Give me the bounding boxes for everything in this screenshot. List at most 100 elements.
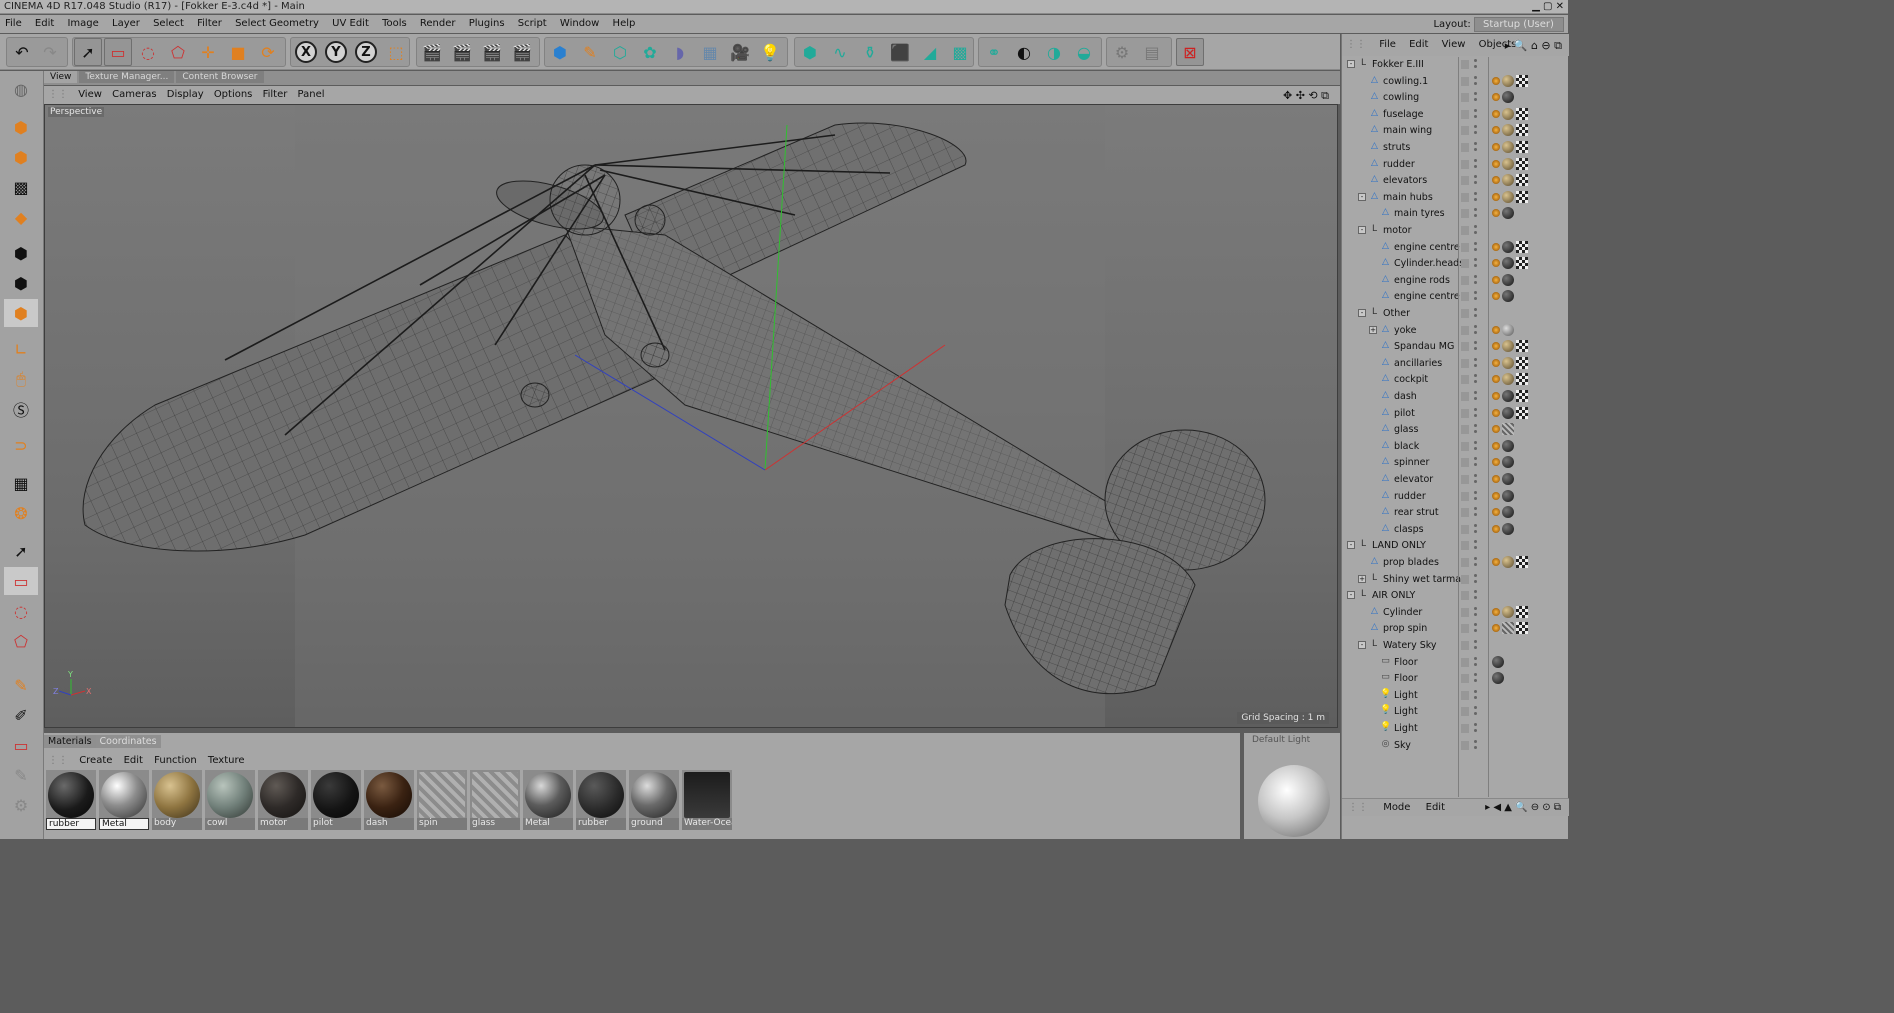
cube-primitive-icon[interactable]: ⬢ (546, 38, 574, 66)
material-swatch[interactable]: spin (417, 770, 467, 830)
phong-tag-icon[interactable] (1492, 109, 1500, 118)
editor-visibility-dot[interactable] (1474, 523, 1477, 527)
editor-visibility-dot[interactable] (1474, 573, 1477, 577)
object-name[interactable]: struts (1383, 142, 1410, 153)
layer-swatch[interactable] (1461, 541, 1469, 551)
scale-tool-icon[interactable]: ■ (224, 38, 252, 66)
material-swatch[interactable]: rubber (576, 770, 626, 830)
render-visibility-dot[interactable] (1474, 330, 1477, 334)
chk-tag-icon[interactable] (1516, 124, 1528, 137)
object-name[interactable]: rudder (1394, 491, 1426, 502)
render-visibility-dot[interactable] (1474, 231, 1477, 234)
object-name[interactable]: Spandau MG (1394, 341, 1454, 352)
object-name[interactable]: clasps (1394, 524, 1424, 535)
object-name[interactable]: elevator (1394, 474, 1433, 485)
layer-swatch[interactable] (1461, 674, 1469, 684)
menu-window[interactable]: Window (555, 15, 604, 29)
layer-swatch[interactable] (1461, 309, 1469, 318)
layer-swatch[interactable] (1461, 375, 1469, 385)
editor-visibility-dot[interactable] (1474, 656, 1477, 660)
texture-axis-icon[interactable]: ◆ (4, 203, 38, 231)
object-row[interactable]: △ dash (1342, 389, 1569, 405)
editor-visibility-dot[interactable] (1474, 258, 1477, 262)
render-visibility-dot[interactable] (1474, 679, 1477, 683)
object-manager-tools-icon[interactable]: ▸ 🔍 ⌂ ⊖ ⧉ (1500, 34, 1567, 53)
object-name[interactable]: Cylinder.heads (1394, 258, 1464, 269)
editor-visibility-dot[interactable] (1474, 158, 1477, 162)
phong-tag-icon[interactable] (1492, 425, 1500, 434)
editor-visibility-dot[interactable] (1474, 457, 1477, 461)
blk-tag-icon[interactable] (1502, 257, 1514, 270)
object-name[interactable]: main tyres (1394, 208, 1445, 219)
object-name[interactable]: fuselage (1383, 109, 1424, 120)
layer-swatch[interactable] (1461, 259, 1469, 269)
layer-swatch[interactable] (1461, 93, 1469, 103)
undo-icon[interactable]: ↶ (8, 38, 36, 66)
blk-tag-icon[interactable] (1502, 240, 1514, 253)
render-visibility-dot[interactable] (1474, 114, 1477, 118)
object-name[interactable]: Sky (1394, 740, 1411, 751)
render-visibility-dot[interactable] (1474, 745, 1477, 749)
render-visibility-dot[interactable] (1474, 280, 1477, 284)
editor-visibility-dot[interactable] (1474, 374, 1477, 378)
deformer-icon[interactable]: ◗ (666, 38, 694, 66)
tex-tag-icon[interactable] (1502, 340, 1514, 353)
object-name[interactable]: glass (1394, 424, 1418, 435)
phong-tag-icon[interactable] (1492, 358, 1500, 367)
object-name[interactable]: Watery Sky (1383, 640, 1437, 651)
render-visibility-dot[interactable] (1474, 98, 1477, 102)
object-row[interactable]: △ engine rods (1342, 273, 1569, 289)
rotate-tool-icon[interactable]: ⟳ (254, 38, 282, 66)
render-visibility-dot[interactable] (1474, 480, 1477, 483)
pen-spline-icon[interactable]: ✎ (576, 38, 604, 66)
snapping-icon[interactable]: Ⓢ (4, 395, 38, 423)
viewport-menu-panel[interactable]: Panel (298, 86, 332, 100)
object-name[interactable]: cowling (1383, 92, 1419, 103)
render-visibility-dot[interactable] (1474, 397, 1477, 400)
editor-visibility-dot[interactable] (1474, 324, 1477, 328)
blk-tag-icon[interactable] (1502, 473, 1514, 485)
blk-tag-icon[interactable] (1502, 506, 1514, 519)
object-menu-view[interactable]: View (1437, 34, 1471, 50)
layer-swatch[interactable] (1461, 342, 1469, 352)
render-visibility-dot[interactable] (1474, 579, 1477, 583)
tab-materials[interactable]: Materials (44, 735, 96, 748)
object-row[interactable]: △ spinner (1342, 455, 1569, 471)
render-visibility-dot[interactable] (1474, 612, 1477, 616)
stripe-tag-icon[interactable] (1502, 423, 1514, 436)
object-name[interactable]: Other (1383, 308, 1410, 319)
object-row[interactable]: △ cowling.1 (1342, 74, 1569, 90)
editor-visibility-dot[interactable] (1474, 557, 1477, 560)
layer-swatch[interactable] (1461, 242, 1469, 252)
render-picture-viewer-icon[interactable]: 🎬 (448, 38, 476, 66)
object-row[interactable]: △ ancillaries (1342, 356, 1569, 372)
object-name[interactable]: dash (1394, 391, 1417, 402)
collapse-toggle-icon[interactable]: - (1347, 591, 1355, 600)
layer-swatch[interactable] (1461, 558, 1469, 567)
editor-visibility-dot[interactable] (1474, 92, 1477, 96)
lasso-selection-icon[interactable]: ◌ (134, 38, 162, 66)
render-visibility-dot[interactable] (1474, 596, 1477, 600)
x-axis-lock-button[interactable]: X (292, 38, 320, 66)
expand-toggle-icon[interactable]: + (1369, 325, 1377, 334)
window-controls[interactable]: ▁ ▢ ✕ (1532, 1, 1564, 12)
render-view-icon[interactable]: 🎬 (418, 38, 446, 66)
coordinate-system-icon[interactable]: ⬚ (382, 38, 410, 66)
material-swatch[interactable]: pilot (311, 770, 361, 830)
object-row[interactable]: + L Shiny wet tarmac (1342, 572, 1569, 588)
layer-swatch[interactable] (1461, 475, 1469, 484)
chk-tag-icon[interactable] (1516, 373, 1528, 386)
fullscreen-icon[interactable]: ⊠ (1176, 38, 1204, 66)
chk-tag-icon[interactable] (1516, 622, 1528, 635)
metaball-icon[interactable]: ⚭ (980, 38, 1008, 66)
object-name[interactable]: Floor (1394, 657, 1418, 668)
menu-script[interactable]: Script (513, 15, 552, 29)
menu-select[interactable]: Select (148, 15, 189, 29)
object-row[interactable]: △ glass (1342, 422, 1569, 438)
render-visibility-dot[interactable] (1474, 363, 1477, 367)
blk-tag-icon[interactable] (1492, 655, 1504, 668)
chk-tag-icon[interactable] (1516, 390, 1528, 402)
object-row[interactable]: △ struts (1342, 140, 1569, 156)
layer-swatch[interactable] (1461, 159, 1469, 169)
points-mode-icon[interactable]: ⬢ (4, 239, 38, 267)
